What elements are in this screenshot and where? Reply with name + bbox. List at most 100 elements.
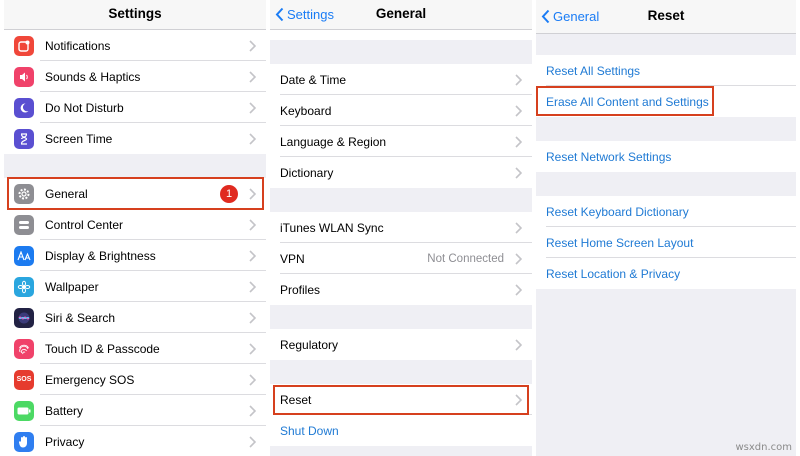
list-item-label: Keyboard — [280, 103, 332, 118]
settings-navbar: Settings — [4, 0, 266, 30]
sidebar-item-label: Battery — [45, 403, 84, 418]
battery-icon — [14, 400, 34, 421]
reset-option-label: Reset Home Screen Layout — [546, 235, 694, 250]
sidebar-item-label: Do Not Disturb — [45, 100, 124, 115]
settings-group-2: Control Center Display & Brightness Wall… — [4, 209, 266, 456]
toggles-icon — [14, 214, 34, 235]
sidebar-item-label: Siri & Search — [45, 310, 116, 325]
watermark: wsxdn.com — [735, 442, 792, 453]
sidebar-item-label: Screen Time — [45, 131, 113, 146]
sidebar-item-label: Emergency SOS — [45, 372, 135, 387]
sidebar-item-label: Privacy — [45, 434, 85, 449]
chevron-right-icon — [515, 338, 522, 351]
general-item-dictionary[interactable]: Dictionary — [270, 157, 532, 188]
general-item-reset[interactable]: Reset — [270, 384, 532, 415]
chevron-right-icon — [249, 404, 256, 417]
gear-icon — [14, 183, 34, 204]
sos-icon: SOS — [14, 369, 34, 390]
speaker-icon — [14, 66, 34, 87]
reset-network-settings-button[interactable]: Reset Network Settings — [536, 141, 796, 172]
general-item-keyboard[interactable]: Keyboard — [270, 95, 532, 126]
reset-location-privacy-button[interactable]: Reset Location & Privacy — [536, 258, 796, 289]
flower-icon — [14, 276, 34, 297]
chevron-right-icon — [249, 435, 256, 448]
general-partial-row — [270, 30, 532, 40]
settings-item-sounds[interactable]: Sounds & Haptics — [4, 61, 266, 92]
settings-item-notifications[interactable]: Notifications — [4, 30, 266, 61]
general-item-date-time[interactable]: Date & Time — [270, 64, 532, 95]
chevron-right-icon — [249, 342, 256, 355]
chevron-right-icon — [249, 70, 256, 83]
chevron-right-icon — [249, 218, 256, 231]
shut-down-button[interactable]: Shut Down — [270, 415, 532, 446]
sidebar-item-label: Sounds & Haptics — [45, 69, 141, 84]
moon-icon — [14, 97, 34, 118]
chevron-right-icon — [249, 132, 256, 145]
reset-home-screen-button[interactable]: Reset Home Screen Layout — [536, 227, 796, 258]
reset-keyboard-dictionary-button[interactable]: Reset Keyboard Dictionary — [536, 196, 796, 227]
settings-item-privacy[interactable]: Privacy — [4, 426, 266, 456]
general-item-itunes-sync[interactable]: iTunes WLAN Sync — [270, 212, 532, 243]
shut-down-label: Shut Down — [280, 423, 339, 438]
hand-icon — [14, 431, 34, 452]
settings-item-siri[interactable]: Siri & Search — [4, 302, 266, 333]
general-group-4: Reset Shut Down — [270, 384, 532, 446]
sidebar-item-label: Notifications — [45, 38, 111, 53]
sidebar-item-label: Control Center — [45, 217, 124, 232]
notifications-icon — [14, 35, 34, 56]
list-item-label: Regulatory — [280, 337, 339, 352]
chevron-right-icon — [249, 39, 256, 52]
settings-item-touch-id[interactable]: Touch ID & Passcode — [4, 333, 266, 364]
chevron-right-icon — [249, 249, 256, 262]
fingerprint-icon — [14, 338, 34, 359]
page-title: General — [375, 6, 427, 21]
list-item-label: iTunes WLAN Sync — [280, 220, 384, 235]
reset-group-2: Reset Network Settings — [536, 141, 796, 172]
settings-item-general[interactable]: General 1 — [4, 178, 266, 209]
settings-group-general: General 1 — [4, 178, 266, 209]
chevron-right-icon — [515, 135, 522, 148]
erase-all-content-button[interactable]: Erase All Content and Settings — [536, 86, 796, 117]
settings-item-wallpaper[interactable]: Wallpaper — [4, 271, 266, 302]
settings-group-1: Notifications Sounds & Haptics Do Not Di… — [4, 30, 266, 154]
chevron-right-icon — [249, 101, 256, 114]
list-item-label: VPN — [280, 251, 305, 266]
reset-group-3: Reset Keyboard Dictionary Reset Home Scr… — [536, 196, 796, 289]
sidebar-item-label: Wallpaper — [45, 279, 99, 294]
general-panel: Settings General Date & Time Keyboard La… — [270, 0, 532, 456]
hourglass-icon — [14, 128, 34, 149]
general-group-1: Date & Time Keyboard Language & Region D… — [270, 64, 532, 188]
settings-item-emergency-sos[interactable]: SOS Emergency SOS — [4, 364, 266, 395]
chevron-right-icon — [515, 283, 522, 296]
settings-item-control-center[interactable]: Control Center — [4, 209, 266, 240]
list-item-label: Reset — [280, 392, 312, 407]
notification-badge: 1 — [220, 184, 238, 203]
general-item-profiles[interactable]: Profiles — [270, 274, 532, 305]
reset-option-label: Reset Network Settings — [546, 149, 672, 164]
reset-option-label: Reset All Settings — [546, 63, 641, 78]
chevron-right-icon — [515, 166, 522, 179]
settings-item-battery[interactable]: Battery — [4, 395, 266, 426]
chevron-right-icon — [515, 393, 522, 406]
sidebar-item-label: Display & Brightness — [45, 248, 156, 263]
vpn-status: Not Connected — [427, 252, 504, 265]
settings-item-screen-time[interactable]: Screen Time — [4, 123, 266, 154]
general-item-vpn[interactable]: VPN Not Connected — [270, 243, 532, 274]
sidebar-item-label: Touch ID & Passcode — [45, 341, 160, 356]
chevron-right-icon — [249, 280, 256, 293]
general-navbar: Settings General — [270, 0, 532, 30]
settings-item-do-not-disturb[interactable]: Do Not Disturb — [4, 92, 266, 123]
settings-item-display[interactable]: Display & Brightness — [4, 240, 266, 271]
reset-panel: General Reset Reset All Settings Erase A… — [536, 0, 796, 456]
list-item-label: Dictionary — [280, 165, 334, 180]
general-item-regulatory[interactable]: Regulatory — [270, 329, 532, 360]
text-size-icon — [14, 245, 34, 266]
reset-option-label: Reset Keyboard Dictionary — [546, 204, 689, 219]
siri-icon — [14, 307, 34, 328]
reset-all-settings-button[interactable]: Reset All Settings — [536, 55, 796, 86]
settings-panel: Settings Notifications Sounds & Haptics … — [4, 0, 266, 456]
chevron-right-icon — [515, 221, 522, 234]
reset-group-1: Reset All Settings Erase All Content and… — [536, 55, 796, 117]
chevron-right-icon — [249, 187, 256, 200]
general-item-language-region[interactable]: Language & Region — [270, 126, 532, 157]
